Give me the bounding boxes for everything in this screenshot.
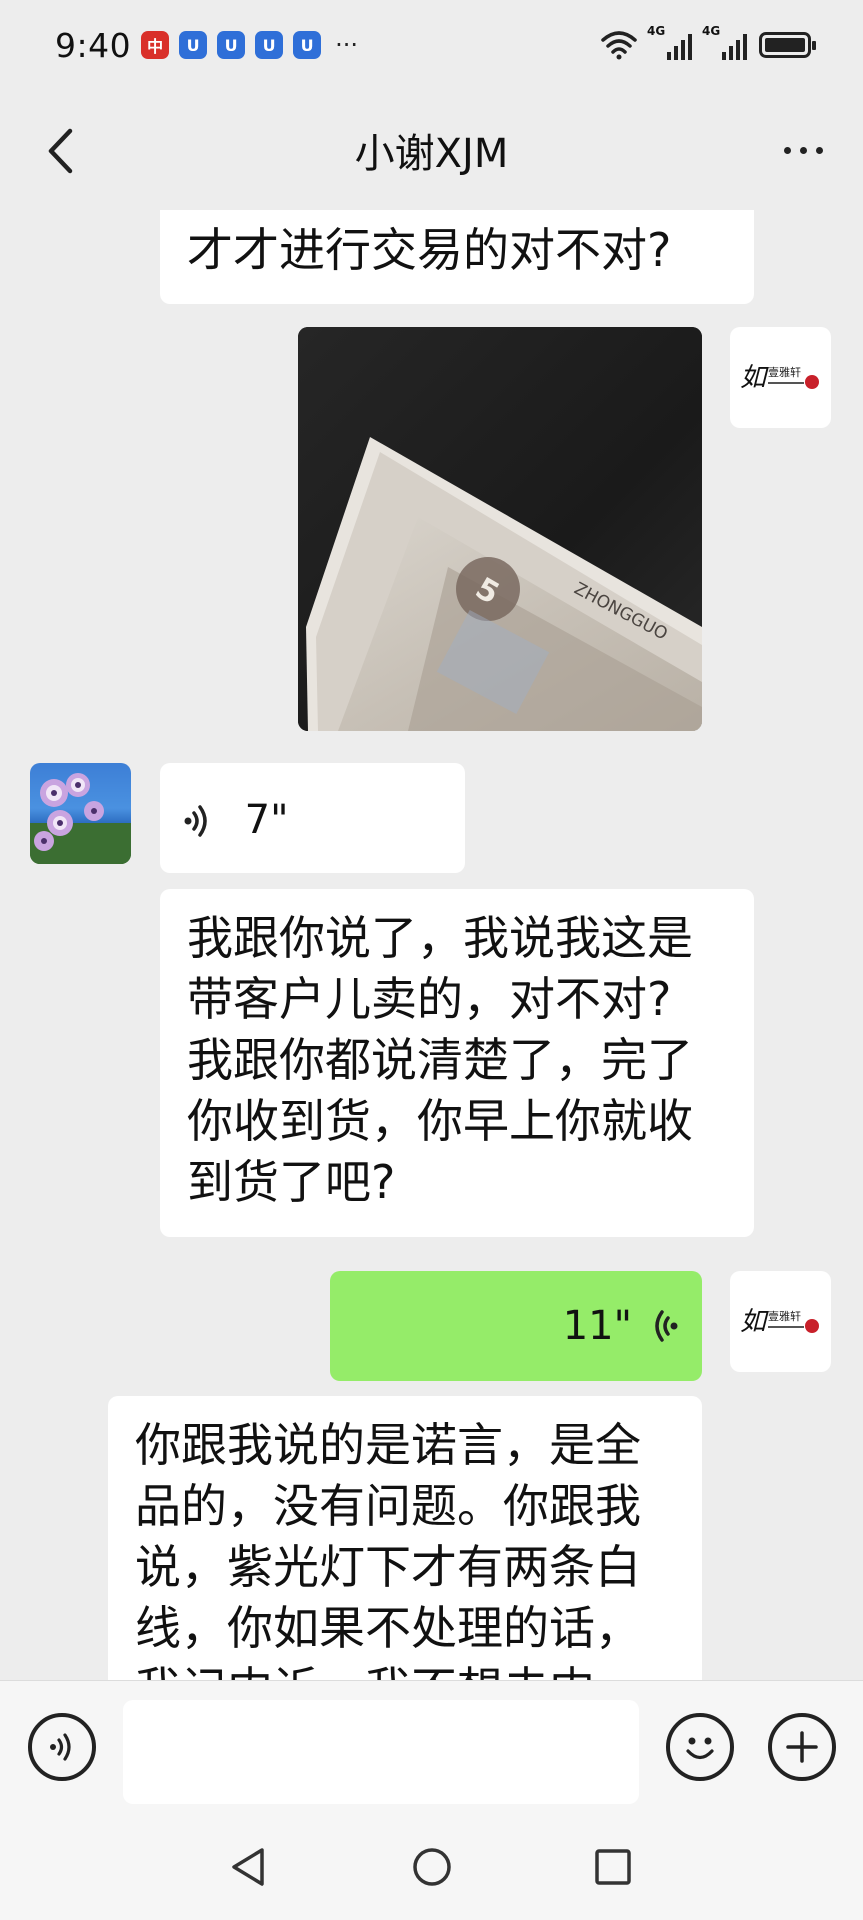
dot-icon bbox=[783, 146, 791, 154]
status-time: 9:40 bbox=[55, 25, 132, 65]
app-badge-blue-icon: U bbox=[217, 31, 246, 59]
message-image[interactable]: 5 ZHONGGUO bbox=[298, 327, 702, 731]
message-line: 你收到货，你早上你就收 bbox=[187, 1094, 693, 1148]
emoji-button[interactable] bbox=[666, 1713, 734, 1781]
voice-wave-icon bbox=[184, 804, 207, 837]
add-icon bbox=[786, 1731, 818, 1763]
back-button[interactable] bbox=[38, 126, 82, 176]
message-bubble-incoming[interactable]: 我跟你说了，我说我这是 带客户儿卖的，对不对? 我跟你都说清楚了，完了 你收到货… bbox=[160, 889, 754, 1237]
voice-message-incoming[interactable]: 7" bbox=[160, 763, 465, 873]
add-button[interactable] bbox=[768, 1713, 836, 1781]
dot-icon bbox=[799, 146, 807, 154]
voice-wave-icon bbox=[655, 1310, 678, 1342]
status-bar: 9:40 中 U U U U ··· 4G 4G bbox=[0, 0, 863, 90]
nav-home-button[interactable] bbox=[407, 1842, 457, 1892]
wifi-icon bbox=[601, 31, 637, 60]
flower-photo bbox=[30, 773, 131, 864]
message-list[interactable]: 才才进行交易的对不对? 5 ZHONGGUO 如 壹雅轩 7" 我跟你说了，我说… bbox=[0, 210, 863, 1680]
chat-title: 小谢XJM bbox=[354, 131, 509, 177]
voice-duration: 7" bbox=[244, 797, 289, 843]
voice-input-icon bbox=[50, 1733, 71, 1761]
app-badge-blue-icon: U bbox=[179, 31, 208, 59]
input-bar bbox=[0, 1680, 863, 1808]
chevron-left-icon bbox=[48, 128, 73, 174]
message-line: 线，你如果不处理的话， bbox=[135, 1601, 641, 1655]
svg-text:壹雅轩: 壹雅轩 bbox=[768, 1309, 801, 1323]
my-avatar[interactable]: 如 壹雅轩 bbox=[730, 1271, 831, 1372]
voice-input-button[interactable] bbox=[28, 1713, 96, 1781]
emoji-icon bbox=[686, 1737, 714, 1760]
voice-message-outgoing[interactable]: 11" bbox=[330, 1271, 702, 1381]
network-type-label: 4G bbox=[702, 24, 721, 38]
svg-text:如: 如 bbox=[740, 1307, 769, 1337]
brand-logo-icon: 如 壹雅轩 bbox=[740, 363, 819, 393]
message-text: 才才进行交易的对不对? bbox=[187, 223, 672, 277]
nav-back-icon bbox=[232, 1848, 264, 1886]
banknote-photo: 5 ZHONGGUO bbox=[298, 327, 702, 731]
more-options-button[interactable] bbox=[773, 130, 833, 170]
app-badge-blue-icon: U bbox=[255, 31, 284, 59]
message-line: 我跟你说了，我说我这是 bbox=[187, 911, 693, 965]
chat-header: 小谢XJM bbox=[0, 90, 863, 210]
svg-text:如: 如 bbox=[740, 363, 769, 393]
voice-duration: 11" bbox=[562, 1302, 632, 1349]
contact-avatar[interactable] bbox=[30, 763, 131, 864]
nav-back-button[interactable] bbox=[223, 1842, 273, 1892]
svg-text:壹雅轩: 壹雅轩 bbox=[768, 365, 801, 379]
network-type-label: 4G bbox=[647, 24, 666, 38]
message-line: 品的，没有问题。你跟我 bbox=[135, 1479, 641, 1533]
my-avatar[interactable]: 如 壹雅轩 bbox=[730, 327, 831, 428]
nav-recent-icon bbox=[595, 1849, 631, 1885]
system-nav-bar bbox=[0, 1808, 863, 1920]
message-bubble-incoming[interactable]: 才才进行交易的对不对? bbox=[160, 210, 754, 304]
message-line: 到货了吧? bbox=[187, 1155, 396, 1209]
message-line: 你跟我说的是诺言，是全 bbox=[135, 1418, 641, 1472]
message-bubble-incoming[interactable]: 你跟我说的是诺言，是全 品的，没有问题。你跟我 说，紫光灯下才有两条白 线，你如… bbox=[108, 1396, 702, 1680]
message-line: 我跟你都说清楚了，完了 bbox=[187, 1033, 693, 1087]
app-badge-blue-icon: U bbox=[293, 31, 322, 59]
signal-4g-icon: 4G bbox=[702, 24, 747, 60]
brand-logo-icon: 如 壹雅轩 bbox=[740, 1307, 819, 1337]
status-more-icon: ··· bbox=[335, 31, 358, 59]
nav-recent-button[interactable] bbox=[588, 1842, 638, 1892]
signal-4g-icon: 4G bbox=[647, 24, 692, 60]
battery-icon bbox=[759, 32, 816, 58]
dot-icon bbox=[815, 146, 823, 154]
message-line: 说，紫光灯下才有两条白 bbox=[135, 1540, 641, 1594]
nav-home-icon bbox=[413, 1848, 451, 1886]
message-line: 我记内诉，我不想去内 bbox=[135, 1659, 702, 1680]
app-badge-red-icon: 中 bbox=[141, 31, 170, 59]
message-input[interactable] bbox=[123, 1700, 639, 1804]
message-line: 带客户儿卖的，对不对? bbox=[187, 972, 672, 1026]
